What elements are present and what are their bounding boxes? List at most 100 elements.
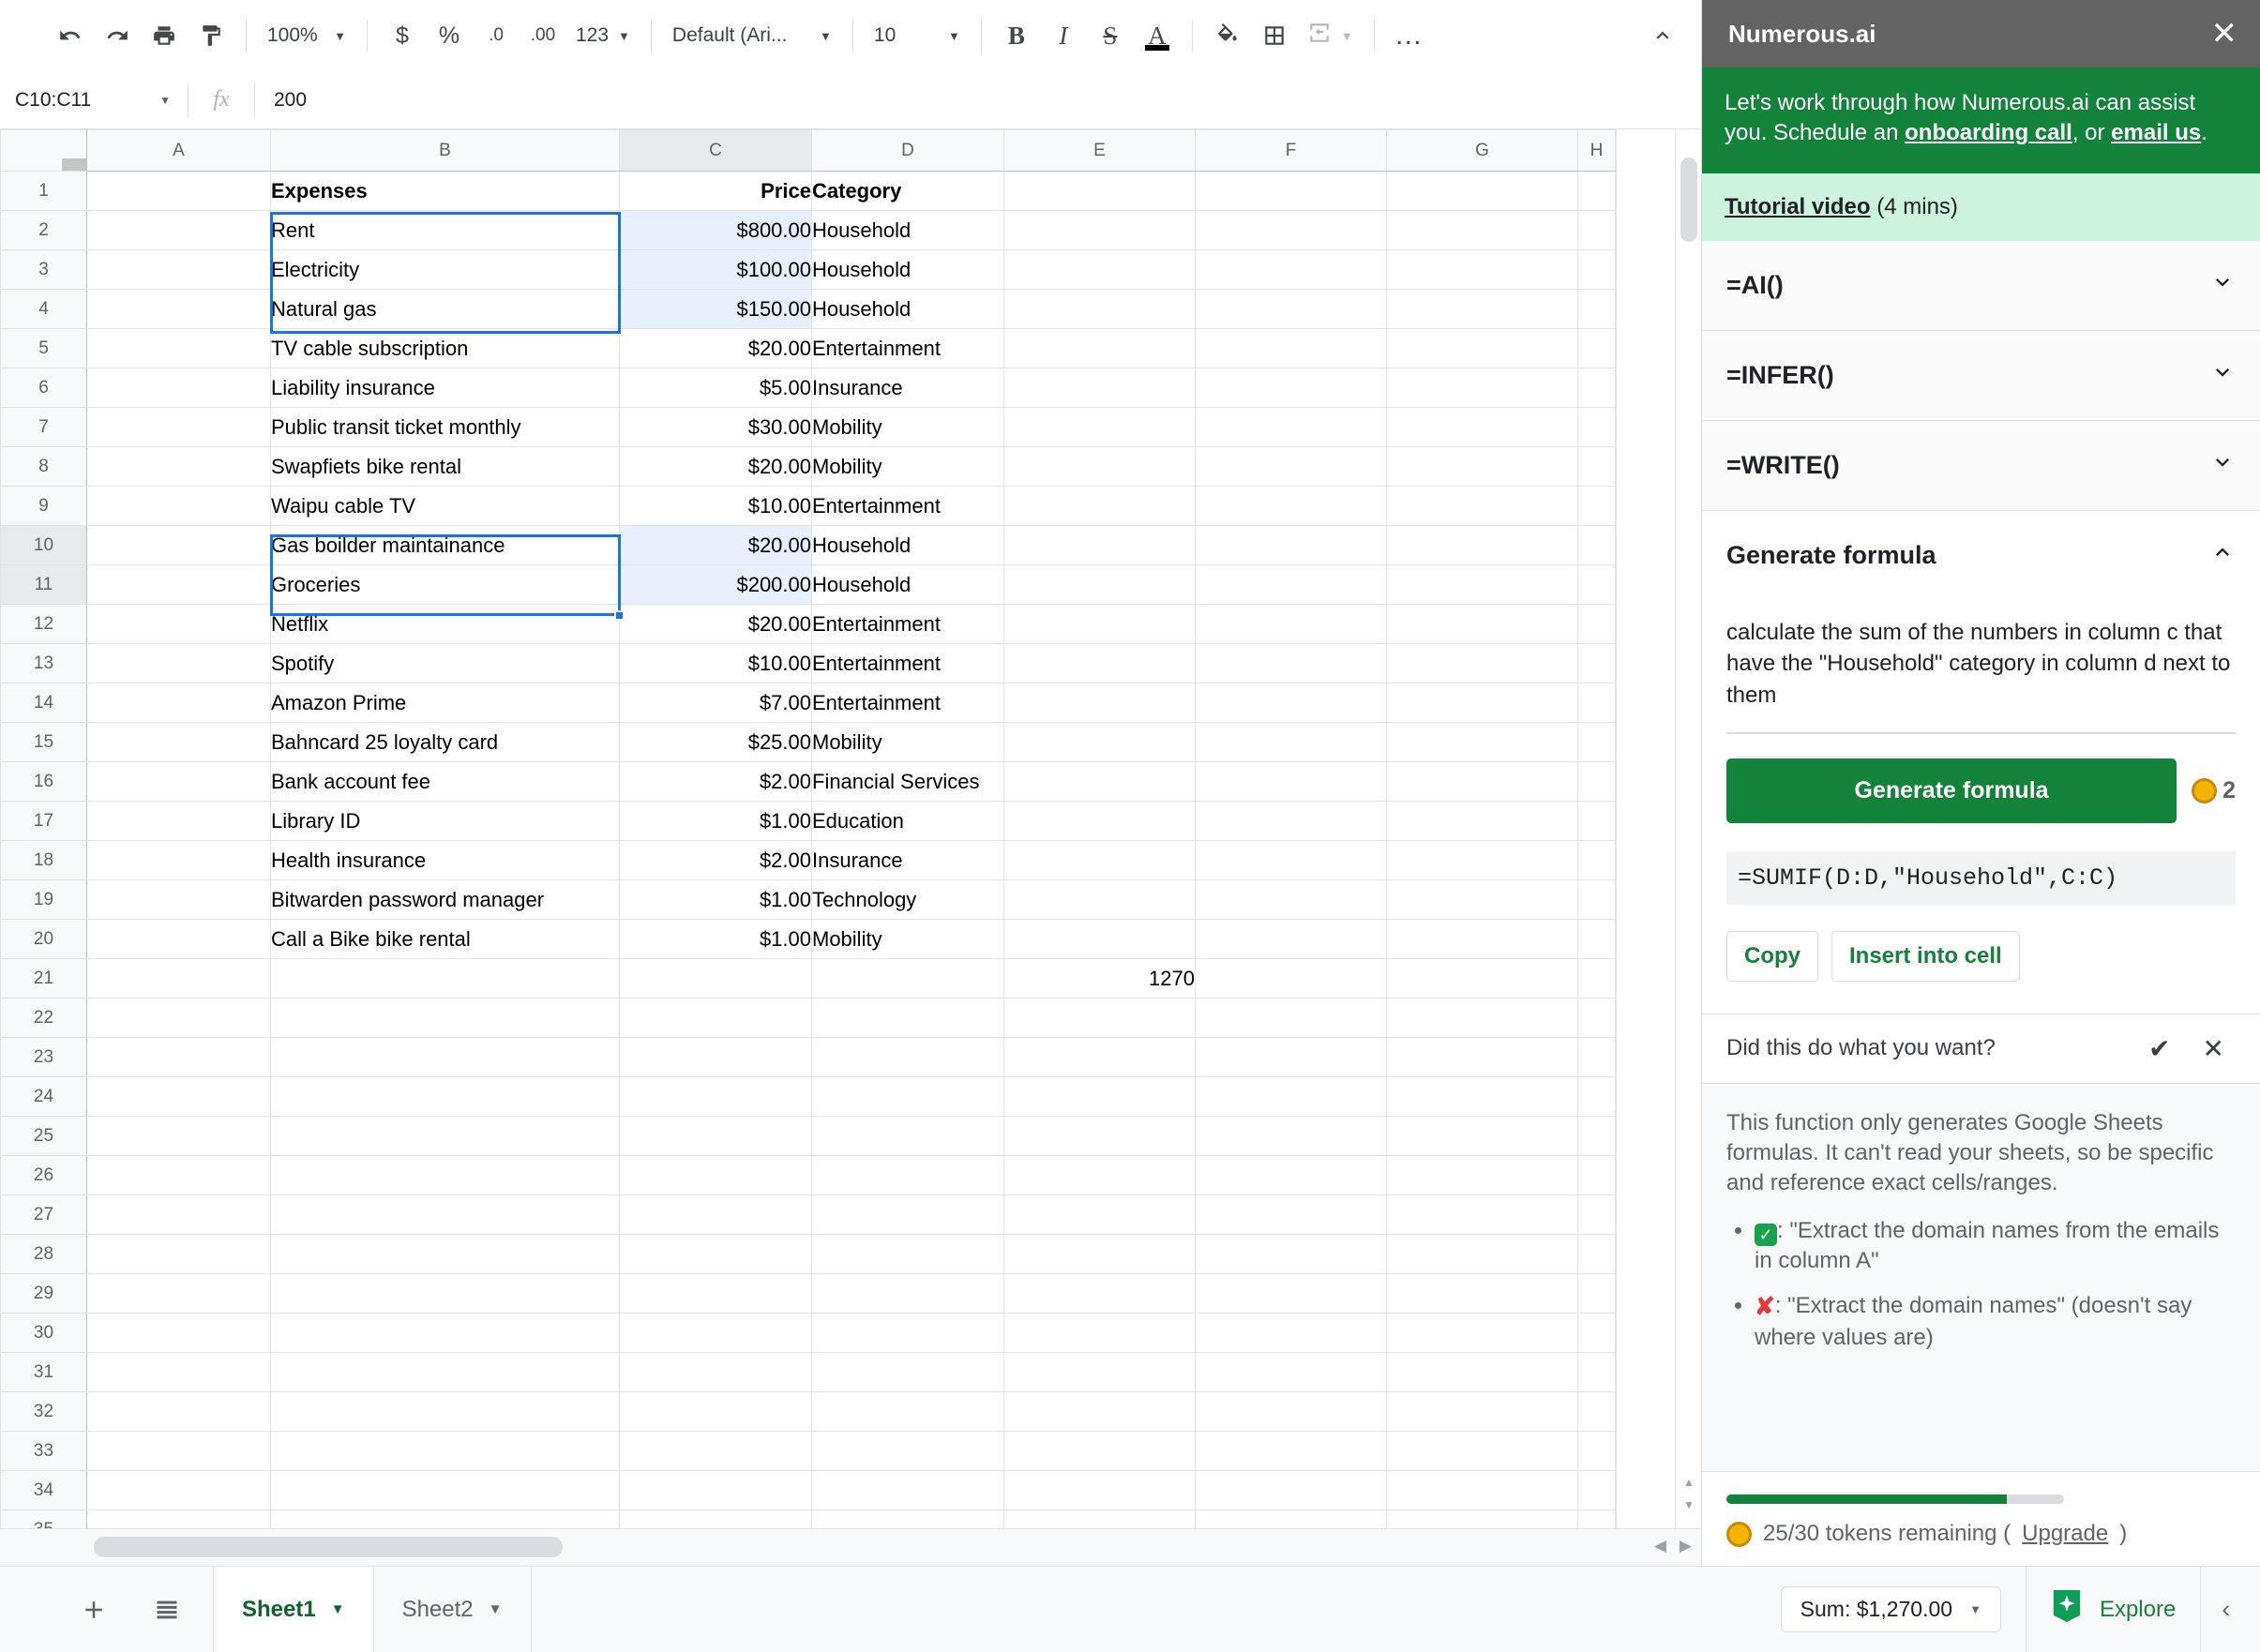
row-header-29[interactable]: 29 bbox=[0, 1273, 87, 1314]
prompt-input[interactable]: calculate the sum of the numbers in colu… bbox=[1726, 606, 2236, 732]
cell-G18[interactable] bbox=[1386, 840, 1578, 880]
cell-B7[interactable]: Public transit ticket monthly bbox=[270, 407, 620, 447]
row-header-1[interactable]: 1 bbox=[0, 171, 87, 211]
generate-formula-button[interactable]: Generate formula bbox=[1726, 758, 2177, 823]
cell-H15[interactable] bbox=[1577, 722, 1616, 762]
cell-G3[interactable] bbox=[1386, 249, 1578, 290]
cell-E22[interactable] bbox=[1003, 998, 1196, 1038]
cell-G13[interactable] bbox=[1386, 643, 1578, 683]
cell-B9[interactable]: Waipu cable TV bbox=[270, 486, 620, 526]
cell-H10[interactable] bbox=[1577, 525, 1616, 565]
cell-F33[interactable] bbox=[1195, 1431, 1387, 1471]
sidebar-section-write[interactable]: =WRITE() bbox=[1702, 420, 2260, 511]
cell-D6[interactable]: Insurance bbox=[811, 368, 1004, 408]
row-header-10[interactable]: 10 bbox=[0, 525, 87, 565]
upgrade-link[interactable]: Upgrade bbox=[2022, 1521, 2108, 1547]
cell-E15[interactable] bbox=[1003, 722, 1196, 762]
cell-H3[interactable] bbox=[1577, 249, 1616, 290]
cell-C18[interactable]: $2.00 bbox=[619, 840, 812, 880]
cell-D21[interactable] bbox=[811, 958, 1004, 999]
cell-F32[interactable] bbox=[1195, 1391, 1387, 1432]
column-header-e[interactable]: E bbox=[1003, 129, 1196, 172]
cell-G11[interactable] bbox=[1386, 564, 1578, 605]
cell-H9[interactable] bbox=[1577, 486, 1616, 526]
cell-D14[interactable]: Entertainment bbox=[811, 683, 1004, 723]
cell-A19[interactable] bbox=[86, 879, 271, 920]
cell-E32[interactable] bbox=[1003, 1391, 1196, 1432]
cell-E35[interactable] bbox=[1003, 1509, 1196, 1528]
font-selector[interactable]: Default (Ari... ▼ bbox=[663, 12, 841, 59]
scroll-up-arrow-icon[interactable]: ▲ bbox=[1680, 1476, 1697, 1491]
cell-H24[interactable] bbox=[1577, 1076, 1616, 1117]
cell-B27[interactable] bbox=[270, 1194, 620, 1235]
cell-D2[interactable]: Household bbox=[811, 210, 1004, 250]
cell-B24[interactable] bbox=[270, 1076, 620, 1117]
cell-D5[interactable]: Entertainment bbox=[811, 328, 1004, 368]
cell-E24[interactable] bbox=[1003, 1076, 1196, 1117]
cell-E21[interactable]: 1270 bbox=[1003, 958, 1196, 999]
column-header-g[interactable]: G bbox=[1386, 129, 1578, 172]
column-header-h[interactable]: H bbox=[1577, 129, 1616, 172]
cell-B13[interactable]: Spotify bbox=[270, 643, 620, 683]
cell-F7[interactable] bbox=[1195, 407, 1387, 447]
cell-B25[interactable] bbox=[270, 1116, 620, 1156]
undo-icon[interactable] bbox=[47, 12, 94, 59]
cell-A33[interactable] bbox=[86, 1431, 271, 1471]
cell-B4[interactable]: Natural gas bbox=[270, 289, 620, 329]
cell-C11[interactable]: $200.00 bbox=[619, 564, 812, 605]
cell-A13[interactable] bbox=[86, 643, 271, 683]
cell-B3[interactable]: Electricity bbox=[270, 249, 620, 290]
cell-C15[interactable]: $25.00 bbox=[619, 722, 812, 762]
cell-F4[interactable] bbox=[1195, 289, 1387, 329]
cell-H31[interactable] bbox=[1577, 1352, 1616, 1392]
sidebar-section-generate-formula[interactable]: Generate formula bbox=[1702, 510, 2260, 600]
cell-F13[interactable] bbox=[1195, 643, 1387, 683]
cell-D13[interactable]: Entertainment bbox=[811, 643, 1004, 683]
cell-F2[interactable] bbox=[1195, 210, 1387, 250]
cell-D27[interactable] bbox=[811, 1194, 1004, 1235]
row-header-33[interactable]: 33 bbox=[0, 1431, 87, 1471]
cell-D22[interactable] bbox=[811, 998, 1004, 1038]
cell-B11[interactable]: Groceries bbox=[270, 564, 620, 605]
cell-D23[interactable] bbox=[811, 1037, 1004, 1077]
cell-C4[interactable]: $150.00 bbox=[619, 289, 812, 329]
cell-G12[interactable] bbox=[1386, 604, 1578, 644]
cell-B15[interactable]: Bahncard 25 loyalty card bbox=[270, 722, 620, 762]
cell-D31[interactable] bbox=[811, 1352, 1004, 1392]
cell-B10[interactable]: Gas boilder maintainance bbox=[270, 525, 620, 565]
cell-A14[interactable] bbox=[86, 683, 271, 723]
sheet-tab-sheet1[interactable]: Sheet1 ▼ bbox=[213, 1567, 374, 1652]
cell-G29[interactable] bbox=[1386, 1273, 1578, 1314]
cell-F10[interactable] bbox=[1195, 525, 1387, 565]
cell-B20[interactable]: Call a Bike bike rental bbox=[270, 919, 620, 959]
cell-B35[interactable] bbox=[270, 1509, 620, 1528]
cell-B12[interactable]: Netflix bbox=[270, 604, 620, 644]
cell-F28[interactable] bbox=[1195, 1234, 1387, 1274]
strikethrough-button[interactable]: S bbox=[1087, 12, 1134, 59]
row-header-31[interactable]: 31 bbox=[0, 1352, 87, 1392]
cell-C14[interactable]: $7.00 bbox=[619, 683, 812, 723]
close-icon[interactable]: ✕ bbox=[2211, 18, 2238, 50]
cell-H22[interactable] bbox=[1577, 998, 1616, 1038]
cell-H16[interactable] bbox=[1577, 761, 1616, 802]
cell-E6[interactable] bbox=[1003, 368, 1196, 408]
cell-C13[interactable]: $10.00 bbox=[619, 643, 812, 683]
row-header-19[interactable]: 19 bbox=[0, 879, 87, 920]
cell-A21[interactable] bbox=[86, 958, 271, 999]
cell-F5[interactable] bbox=[1195, 328, 1387, 368]
cell-A4[interactable] bbox=[86, 289, 271, 329]
select-all-corner[interactable] bbox=[0, 129, 87, 172]
sum-status-chip[interactable]: Sum: $1,270.00 ▼ bbox=[1780, 1586, 2001, 1632]
more-options-button[interactable]: … bbox=[1386, 12, 1433, 59]
cell-F35[interactable] bbox=[1195, 1509, 1387, 1528]
tutorial-video-link[interactable]: Tutorial video bbox=[1725, 194, 1871, 219]
cell-D24[interactable] bbox=[811, 1076, 1004, 1117]
cell-E5[interactable] bbox=[1003, 328, 1196, 368]
cell-H26[interactable] bbox=[1577, 1155, 1616, 1195]
row-header-23[interactable]: 23 bbox=[0, 1037, 87, 1077]
merge-cells-selector[interactable]: ▼ bbox=[1298, 12, 1363, 59]
cell-B17[interactable]: Library ID bbox=[270, 801, 620, 841]
cell-C20[interactable]: $1.00 bbox=[619, 919, 812, 959]
row-header-26[interactable]: 26 bbox=[0, 1155, 87, 1195]
zoom-selector[interactable]: 100% ▼ bbox=[258, 12, 355, 59]
